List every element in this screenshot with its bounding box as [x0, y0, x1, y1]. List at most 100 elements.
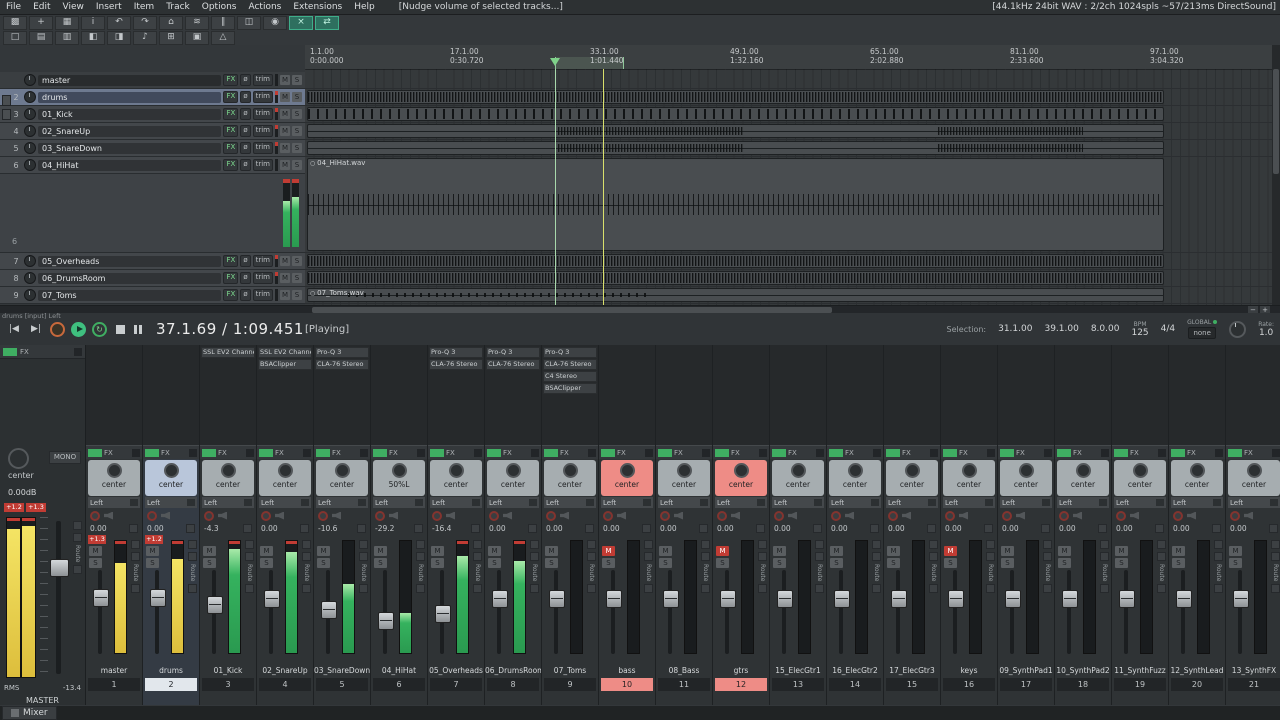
trim-button[interactable]: trim: [252, 255, 273, 267]
transport-position[interactable]: 37.1.69 / 1:09.451: [156, 320, 304, 338]
peak-badge[interactable]: [544, 535, 562, 544]
master-clip-indicators[interactable]: +1.2 +1.3: [4, 503, 46, 512]
fx-insert-slots[interactable]: [713, 345, 769, 445]
fx-param-button[interactable]: [645, 448, 653, 457]
input-button[interactable]: [130, 499, 138, 506]
io-button[interactable]: [245, 552, 254, 561]
fx-param-button[interactable]: [531, 448, 539, 457]
menu-file[interactable]: File: [0, 2, 27, 12]
master-volume-fader[interactable]: [50, 521, 69, 674]
strip-track-number[interactable]: 16: [943, 678, 995, 691]
metronome-icon[interactable]: ◉: [263, 15, 287, 30]
route-button[interactable]: Route: [189, 564, 196, 581]
phase-button[interactable]: ø: [240, 91, 251, 103]
tcp-track-05_Overheads[interactable]: 7 05_Overheads FX ø trim M S: [0, 253, 305, 270]
volume-fader[interactable]: [435, 570, 451, 654]
pan-control[interactable]: center: [1228, 460, 1280, 496]
strip-track-number[interactable]: 17: [1000, 678, 1052, 691]
solo-button[interactable]: S: [1115, 558, 1128, 568]
route-button[interactable]: Route: [474, 564, 481, 581]
env-icon[interactable]: [870, 524, 879, 533]
env-button[interactable]: [473, 540, 482, 549]
input-button[interactable]: [301, 499, 309, 506]
input-button[interactable]: [1042, 499, 1050, 506]
env-icon[interactable]: [300, 524, 309, 533]
input-button[interactable]: [757, 499, 765, 506]
phase-button[interactable]: [1271, 584, 1280, 594]
volume-fader[interactable]: [264, 570, 280, 654]
io-button[interactable]: [73, 533, 82, 542]
docker-icon[interactable]: [2, 95, 11, 106]
env-button[interactable]: [815, 540, 824, 549]
monitor-icon[interactable]: [731, 511, 740, 520]
fx-param-button[interactable]: [588, 448, 596, 457]
env-icon[interactable]: [528, 524, 537, 533]
io-button[interactable]: [1043, 552, 1052, 561]
input-button[interactable]: [985, 499, 993, 506]
input-button[interactable]: [472, 499, 480, 506]
pan-knob[interactable]: [1246, 463, 1262, 478]
input-button[interactable]: [415, 499, 423, 506]
fx-button[interactable]: FX: [223, 108, 239, 120]
env-button[interactable]: [245, 540, 254, 549]
fader-handle[interactable]: [492, 590, 508, 608]
record-arm-button[interactable]: [318, 510, 328, 521]
fx-param-button[interactable]: [360, 448, 368, 457]
fader-handle[interactable]: [378, 612, 394, 630]
solo-button[interactable]: S: [292, 143, 302, 153]
env-icon[interactable]: [984, 524, 993, 533]
peak-badge[interactable]: [772, 535, 790, 544]
volume-value[interactable]: 0.00: [1116, 524, 1133, 533]
audio-item[interactable]: [307, 254, 1164, 268]
volume-fader[interactable]: [150, 570, 166, 654]
pan-knob[interactable]: [334, 463, 350, 478]
strip-track-number[interactable]: 4: [259, 678, 311, 691]
fader-handle[interactable]: [264, 590, 280, 608]
fx-enabled-led[interactable]: [886, 448, 900, 457]
mute-button[interactable]: M: [716, 546, 729, 556]
mute-button[interactable]: M: [280, 126, 290, 136]
route-button[interactable]: Route: [417, 564, 424, 581]
volume-knob-icon[interactable]: [24, 272, 36, 284]
env-icon[interactable]: [1041, 524, 1050, 533]
strip-track-number[interactable]: 1: [88, 678, 140, 691]
fx-enabled-led[interactable]: [544, 448, 558, 457]
peak-badge[interactable]: [1057, 535, 1075, 544]
record-arm-button[interactable]: [375, 510, 385, 521]
mixer-strip-15_ElecGtr1[interactable]: FX center Left 0.00 M S Route 15_ElecGtr…: [770, 345, 827, 706]
solo-button[interactable]: S: [292, 126, 302, 136]
solo-button[interactable]: S: [659, 558, 672, 568]
clip-value-left[interactable]: +1.2: [4, 503, 24, 512]
tab-mixer[interactable]: Mixer: [2, 706, 57, 720]
record-arm-button[interactable]: [261, 510, 271, 521]
phase-button[interactable]: [359, 584, 368, 594]
mute-button[interactable]: M: [944, 546, 957, 556]
fx-slot[interactable]: SSL EV2 Channel: [258, 347, 312, 358]
solo-button[interactable]: S: [602, 558, 615, 568]
master-pan-knob[interactable]: [8, 448, 29, 469]
fx-param-button[interactable]: [303, 448, 311, 457]
env-button[interactable]: [73, 521, 82, 530]
mute-button[interactable]: M: [659, 546, 672, 556]
strip-track-number[interactable]: 8: [487, 678, 539, 691]
volume-knob-icon[interactable]: [24, 255, 36, 267]
fx-param-button[interactable]: [1272, 448, 1280, 457]
io-button[interactable]: [1271, 552, 1280, 561]
record-button[interactable]: [50, 321, 65, 337]
peak-badge[interactable]: [316, 535, 334, 544]
fader-handle[interactable]: [1176, 590, 1192, 608]
monitor-icon[interactable]: [1016, 511, 1025, 520]
record-arm-button[interactable]: [717, 510, 727, 521]
env-icon[interactable]: [756, 524, 765, 533]
master-mono-button[interactable]: MONO: [49, 451, 81, 464]
solo-button[interactable]: S: [292, 273, 302, 283]
volume-fader[interactable]: [720, 570, 736, 654]
io-button[interactable]: [815, 552, 824, 561]
tcp-track-01_Kick[interactable]: 3 01_Kick FX ø trim M S: [0, 106, 305, 123]
mute-button[interactable]: M: [89, 546, 102, 556]
add-track-icon[interactable]: +: [29, 15, 53, 30]
strip-track-number[interactable]: 2: [145, 678, 197, 691]
strip-track-number[interactable]: 13: [772, 678, 824, 691]
mixer-strip-17_ElecGtr3[interactable]: FX center Left 0.00 M S Route 17_ElecGtr…: [884, 345, 941, 706]
volume-value[interactable]: 0.00: [489, 524, 506, 533]
